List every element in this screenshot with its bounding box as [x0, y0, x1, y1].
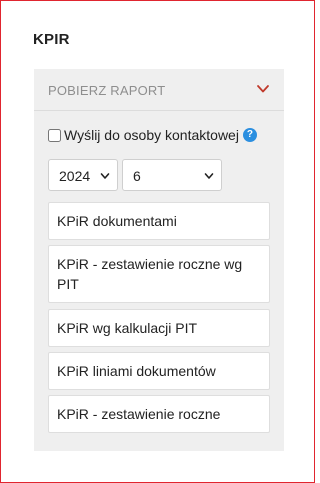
year-select-value: 2024	[59, 168, 91, 184]
send-to-contact-row: Wyślij do osoby kontaktowej ?	[48, 127, 257, 143]
question-icon[interactable]: ?	[242, 128, 257, 142]
report-button-kpir-document-lines[interactable]: KPiR liniami dokumentów	[48, 352, 270, 390]
widget-frame: KPIR POBIERZ RAPORT Wyślij do osoby kont…	[0, 0, 315, 483]
report-button-kpir-annual[interactable]: KPiR - zestawienie roczne	[48, 395, 270, 433]
chevron-down-icon	[204, 173, 214, 179]
download-report-toggle[interactable]: POBIERZ RAPORT	[34, 69, 284, 111]
month-select-value: 6	[133, 168, 141, 184]
report-button-kpir-annual-pit[interactable]: KPiR - zestawienie roczne wg PIT	[48, 245, 270, 303]
year-select[interactable]: 2024	[48, 159, 118, 191]
panel-header-label: POBIERZ RAPORT	[48, 83, 166, 98]
report-button-kpir-pit-calculation[interactable]: KPiR wg kalkulacji PIT	[48, 309, 270, 347]
report-panel: POBIERZ RAPORT Wyślij do osoby kontaktow…	[34, 69, 284, 451]
month-select[interactable]: 6	[122, 159, 222, 191]
send-to-contact-label[interactable]: Wyślij do osoby kontaktowej	[64, 127, 239, 143]
send-to-contact-checkbox[interactable]	[48, 128, 61, 142]
chevron-down-icon	[257, 85, 269, 93]
section-title: KPIR	[33, 31, 70, 48]
chevron-down-icon	[100, 173, 110, 179]
report-button-kpir-documents[interactable]: KPiR dokumentami	[48, 202, 270, 240]
